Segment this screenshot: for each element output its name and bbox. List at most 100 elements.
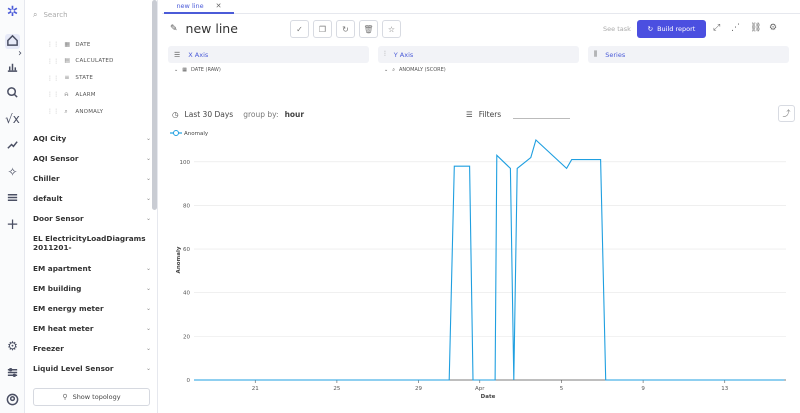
- sidebar-sub-item[interactable]: ⋮⋮ ⍾ ALARM: [47, 91, 96, 98]
- y-tick-label: 60: [183, 247, 190, 253]
- settings-icon[interactable]: ⚙: [5, 339, 20, 354]
- add-icon[interactable]: +: [5, 217, 20, 232]
- check-icon: ✓: [296, 24, 303, 34]
- sidebar-group-label: AQI City: [33, 134, 67, 143]
- sidebar-sub-item[interactable]: ⋮⋮ ⌕ ANOMALY: [47, 108, 103, 115]
- search-icon: ⌕: [33, 10, 38, 19]
- refresh-icon: ↻: [647, 25, 654, 33]
- sliders-icon[interactable]: [5, 366, 20, 381]
- chevron-down-icon: ⌄: [145, 305, 151, 312]
- sidebar-group[interactable]: Chiller ⌄: [33, 174, 151, 183]
- refresh-button[interactable]: ↻: [336, 20, 355, 38]
- pencil-icon[interactable]: ✎: [170, 24, 178, 34]
- sidebar-sub-item[interactable]: ⋮⋮ ▤ CALCULATED: [47, 58, 114, 65]
- y-tick-label: 40: [183, 291, 190, 297]
- tab-new-line[interactable]: new line ✕: [164, 0, 234, 14]
- y-axis-field[interactable]: ⌄ ⌕ ANOMALY (SCORE): [378, 67, 579, 73]
- y-tick-label: 80: [183, 203, 190, 209]
- sidebar-group[interactable]: Door Sensor ⌄: [33, 214, 151, 223]
- collapse-sidebar-icon[interactable]: ›: [18, 48, 22, 59]
- link-icon[interactable]: ⛓: [750, 23, 761, 33]
- sidebar-group-label: Liquid Level Sensor: [33, 364, 114, 373]
- sidebar-group[interactable]: AQI City ⌄: [33, 134, 151, 143]
- sidebar-group[interactable]: EM heat meter ⌄: [33, 324, 151, 333]
- build-report-button[interactable]: ↻ Build report: [637, 20, 706, 38]
- formula-icon[interactable]: √x: [5, 112, 20, 127]
- sidebar-search[interactable]: ⌕ Search: [33, 8, 148, 22]
- chevron-down-icon: ⌄: [145, 155, 151, 162]
- sidebar-group-label: AQI Sensor: [33, 154, 79, 163]
- filters[interactable]: ☰ Filters: [466, 110, 571, 119]
- y-axis-header[interactable]: ⫶ Y Axis: [378, 46, 579, 63]
- sidebar-group[interactable]: EM apartment ⌄: [33, 264, 151, 273]
- series-header[interactable]: ⫼ Series: [588, 46, 789, 63]
- filter-input[interactable]: [513, 118, 571, 119]
- icon-rail: ✲ √x ✧ + ⚙: [0, 0, 25, 413]
- sidebar-group[interactable]: EM building ⌄: [33, 284, 151, 293]
- gear-icon[interactable]: ⚙: [769, 23, 777, 33]
- x-axis-field[interactable]: ⌄ ▦ DATE (RAW): [168, 67, 369, 73]
- chevron-down-icon: ⌄: [145, 345, 151, 352]
- date-range[interactable]: ◷ Last 30 Days group by: hour: [172, 110, 304, 119]
- group-by-value[interactable]: hour: [285, 110, 305, 119]
- x-tick-label: 13: [721, 386, 728, 392]
- menu-icon[interactable]: [5, 191, 20, 206]
- sparkle-icon[interactable]: ✧: [5, 165, 20, 180]
- bell-icon: ⍾: [64, 90, 69, 98]
- check-button[interactable]: ✓: [290, 20, 309, 38]
- sidebar-group-label: default: [33, 194, 63, 203]
- filter-icon: ☰: [466, 110, 473, 119]
- bar-chart-icon[interactable]: [5, 60, 20, 75]
- sidebar-group-label: Freezer: [33, 344, 64, 353]
- user-icon: ⚲: [62, 393, 68, 401]
- show-topology-button[interactable]: ⚲ Show topology: [33, 388, 150, 406]
- sidebar-group[interactable]: AQI Sensor ⌄: [33, 154, 151, 163]
- magnifier-icon: ⌕: [64, 107, 68, 115]
- sidebar-group-label: EM energy meter: [33, 304, 104, 313]
- sidebar-sub-item[interactable]: ⋮⋮ ≡ STATE: [47, 75, 93, 82]
- sidebar-group[interactable]: default ⌄: [33, 194, 151, 203]
- search-chart-icon[interactable]: [5, 86, 20, 101]
- delete-button[interactable]: 🗑: [359, 20, 378, 38]
- sidebar-group-label: EM building: [33, 284, 82, 293]
- legend-marker: [173, 130, 179, 136]
- tab-strip: new line ✕: [162, 0, 800, 14]
- sidebar-group[interactable]: EM energy meter ⌄: [33, 304, 151, 313]
- chevron-down-icon: ⌄: [145, 175, 151, 182]
- columns-icon: ⫶: [384, 50, 386, 58]
- sidebar-group[interactable]: Freezer ⌄: [33, 344, 151, 353]
- anomaly-series-line: [194, 138, 785, 381]
- close-icon[interactable]: ✕: [216, 2, 222, 10]
- see-task-link[interactable]: See task: [603, 25, 631, 33]
- search-input[interactable]: Search: [43, 11, 67, 19]
- fullscreen-icon[interactable]: ⤢: [713, 23, 720, 33]
- y-tick-label: 20: [183, 334, 190, 340]
- user-icon[interactable]: [5, 393, 20, 408]
- favorite-button[interactable]: ☆: [382, 20, 401, 38]
- home-icon[interactable]: [5, 34, 20, 49]
- list-icon: ☰: [174, 50, 181, 59]
- sidebar-sub-item-label: CALCULATED: [75, 58, 114, 65]
- x-axis-panel: ☰ X Axis ⌄ ▦ DATE (RAW): [168, 46, 369, 96]
- sidebar-sub-item-label: DATE: [75, 41, 91, 48]
- sidebar-sub-item[interactable]: ⋮⋮ ▦ DATE: [47, 41, 91, 48]
- calendar-icon: ▦: [64, 40, 71, 48]
- copy-button[interactable]: ❐: [313, 20, 332, 38]
- x-axis-header[interactable]: ☰ X Axis: [168, 46, 369, 63]
- star-icon: ☆: [387, 24, 396, 34]
- chevron-down-icon: ⌄: [145, 365, 151, 372]
- sidebar-sub-item-label: ANOMALY: [75, 108, 104, 115]
- trend-icon[interactable]: [5, 138, 20, 153]
- chevron-down-icon: ⌄: [145, 265, 151, 272]
- app-logo-icon[interactable]: ✲: [5, 5, 20, 20]
- share-icon[interactable]: ⋰: [731, 23, 740, 33]
- sidebar-group[interactable]: Liquid Level Sensor ⌄: [33, 364, 151, 373]
- sidebar-group[interactable]: EL ElectricityLoadDiagrams2011201-: [33, 234, 151, 252]
- chevron-down-icon: ⌄: [145, 215, 151, 222]
- sidebar-scrollbar[interactable]: [152, 0, 157, 210]
- chevron-down-icon: ⌄: [174, 67, 179, 73]
- expand-chart-button[interactable]: ⤴: [778, 105, 795, 122]
- copy-icon: ❐: [318, 24, 327, 34]
- chevron-down-icon: ⌄: [145, 135, 151, 142]
- sidebar-group-label: Door Sensor: [33, 214, 84, 223]
